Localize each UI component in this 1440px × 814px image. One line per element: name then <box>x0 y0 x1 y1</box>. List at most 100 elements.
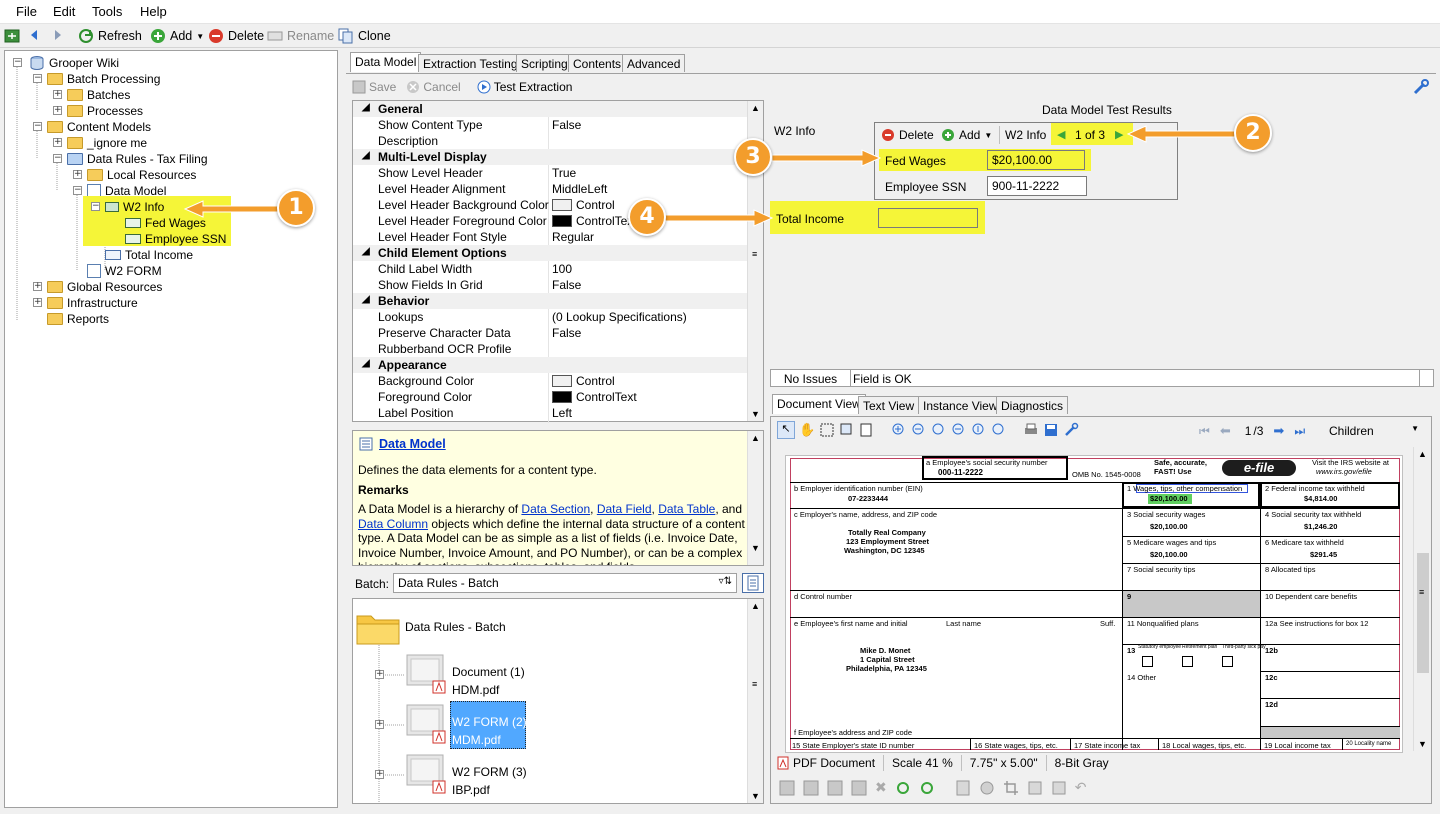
property-value[interactable]: True <box>552 166 576 180</box>
property-row[interactable]: Level Header Font Style Regular <box>353 229 747 245</box>
property-row[interactable]: Label Position Left <box>353 405 747 421</box>
property-value[interactable]: Left <box>552 406 572 420</box>
expand-toggle-icon[interactable]: − <box>53 154 62 163</box>
tree-node-ignore-me[interactable]: _ignore me <box>67 135 147 151</box>
clone-button[interactable]: Clone <box>338 28 391 44</box>
test-extraction-button[interactable]: Test Extraction <box>477 80 572 94</box>
tree-node-local-resources[interactable]: Local Resources <box>87 167 196 183</box>
property-value[interactable]: False <box>552 118 581 132</box>
expand-toggle-icon[interactable]: + <box>53 90 62 99</box>
back-arrow-icon[interactable] <box>28 28 40 42</box>
tree-node-infrastructure[interactable]: Infrastructure <box>47 295 138 311</box>
fed-wages-input[interactable]: $20,100.00 <box>987 150 1085 170</box>
property-row[interactable]: Child Label Width 100 <box>353 261 747 277</box>
image-tool-5-icon[interactable] <box>955 780 971 796</box>
save-button[interactable]: Save <box>352 80 396 94</box>
property-row[interactable]: Rubberband OCR Profile <box>353 341 747 357</box>
zoom-in-icon[interactable] <box>891 422 907 438</box>
forward-arrow-icon[interactable] <box>52 28 64 42</box>
property-row[interactable]: Level Header Alignment MiddleLeft <box>353 181 747 197</box>
collapse-arrow-icon[interactable]: ◢ <box>362 150 370 161</box>
batch-viewer-button[interactable] <box>742 573 764 593</box>
expand-toggle-icon[interactable]: + <box>73 170 82 179</box>
property-row[interactable]: Description <box>353 133 747 149</box>
image-tool-7-icon[interactable] <box>1027 780 1043 796</box>
zoom-actual-icon[interactable] <box>931 422 947 438</box>
next-page-icon[interactable]: ➡ <box>1273 423 1284 439</box>
zoom-page-icon[interactable] <box>859 422 875 438</box>
tree-node-processes[interactable]: Processes <box>67 103 143 119</box>
tree-node-w2-form[interactable]: W2 FORM <box>87 263 162 279</box>
section-delete-button[interactable]: Delete <box>881 128 934 142</box>
first-page-icon[interactable]: ⏮ <box>1199 424 1210 439</box>
zoom-region-icon[interactable] <box>839 422 855 438</box>
expand-toggle-icon[interactable]: + <box>33 298 42 307</box>
pointer-icon[interactable]: ↖ <box>777 421 795 439</box>
collapse-arrow-icon[interactable]: ◢ <box>362 102 370 113</box>
tree-node-root[interactable]: Grooper Wiki <box>29 55 119 71</box>
tree-node-total-income[interactable]: Total Income <box>105 247 193 263</box>
batch-select[interactable]: Data Rules - Batch ▿⇅ <box>393 573 737 593</box>
menu-tools[interactable]: Tools <box>92 4 122 19</box>
help-title[interactable]: Data Model <box>379 437 446 451</box>
rename-button[interactable]: Rename <box>267 28 334 44</box>
property-value[interactable]: Control <box>552 374 615 388</box>
menu-help[interactable]: Help <box>140 4 167 19</box>
tree-node-w2-info[interactable]: W2 Info <box>105 199 164 215</box>
tree-sync-icon[interactable] <box>4 28 20 44</box>
add-button[interactable]: Add ▼ <box>150 28 204 44</box>
zoom-fit-width-icon[interactable] <box>951 422 967 438</box>
property-value[interactable]: 100 <box>552 262 572 276</box>
property-value[interactable]: ControlText <box>552 214 637 228</box>
collapse-arrow-icon[interactable]: ◢ <box>362 358 370 369</box>
link-data-column[interactable]: Data Column <box>358 517 428 531</box>
crop-icon[interactable] <box>1003 780 1019 796</box>
expand-toggle-icon[interactable]: + <box>375 720 384 729</box>
expand-toggle-icon[interactable]: + <box>375 670 384 679</box>
delete-button[interactable]: Delete <box>208 28 264 44</box>
tree-node-content-models[interactable]: Content Models <box>47 119 151 135</box>
image-tool-1-icon[interactable] <box>779 780 795 796</box>
property-value[interactable]: False <box>552 326 581 340</box>
batch-doc-1[interactable]: Document (1) HDM.pdf <box>405 651 525 697</box>
expand-toggle-icon[interactable]: + <box>33 282 42 291</box>
link-data-section[interactable]: Data Section <box>521 502 590 516</box>
batch-doc-3[interactable]: W2 FORM (3) IBP.pdf <box>405 751 527 797</box>
batch-scrollbar[interactable]: ▲ ≡ ▼ <box>747 599 763 803</box>
expand-toggle-icon[interactable]: + <box>53 138 62 147</box>
pan-hand-icon[interactable]: ✋ <box>799 422 815 438</box>
refresh-button[interactable]: Refresh <box>78 28 142 44</box>
collapse-arrow-icon[interactable]: ◢ <box>362 294 370 305</box>
tree-node-batches[interactable]: Batches <box>67 87 130 103</box>
tab-instance-view[interactable]: Instance View <box>918 396 1003 414</box>
save-image-icon[interactable] <box>1043 422 1059 438</box>
expand-toggle-icon[interactable]: − <box>13 58 22 67</box>
node-tree[interactable]: − Grooper Wiki − Batch Processing + Batc… <box>4 50 338 808</box>
expand-toggle-icon[interactable]: + <box>375 770 384 779</box>
tree-node-global-resources[interactable]: Global Resources <box>47 279 162 295</box>
page-number[interactable]: 1 <box>1245 424 1252 438</box>
document-scrollbar[interactable]: ▲ ≡ ▼ <box>1413 447 1431 751</box>
link-data-table[interactable]: Data Table <box>658 502 715 516</box>
link-data-field[interactable]: Data Field <box>597 502 652 516</box>
prev-instance-icon[interactable]: ◀ <box>1057 128 1065 141</box>
property-value[interactable]: ControlText <box>552 390 637 404</box>
tab-data-model[interactable]: Data Model <box>350 52 422 72</box>
tab-contents[interactable]: Contents <box>568 54 627 72</box>
property-value[interactable]: Regular <box>552 230 594 244</box>
settings-tools-icon[interactable] <box>1063 422 1079 438</box>
tree-node-data-rules[interactable]: Data Rules - Tax Filing <box>67 151 208 167</box>
property-value[interactable]: MiddleLeft <box>552 182 607 196</box>
property-row[interactable]: Show Level Header True <box>353 165 747 181</box>
image-close-icon[interactable]: ✖ <box>875 779 887 796</box>
image-tool-4-icon[interactable] <box>851 780 867 796</box>
view-mode-select[interactable]: Children ▼ <box>1325 421 1425 441</box>
zoom-fit-height-icon[interactable] <box>971 422 987 438</box>
batch-root-node[interactable]: Data Rules - Batch <box>355 607 506 647</box>
batch-doc-2[interactable]: W2 FORM (2) MDM.pdf <box>405 701 527 749</box>
print-icon[interactable] <box>1023 422 1039 438</box>
expand-toggle-icon[interactable]: − <box>33 122 42 131</box>
tree-node-batch-processing[interactable]: Batch Processing <box>47 71 160 87</box>
property-grid[interactable]: ◢ General Show Content Type False Descriptio… <box>352 100 764 423</box>
cancel-button[interactable]: Cancel <box>406 80 461 94</box>
